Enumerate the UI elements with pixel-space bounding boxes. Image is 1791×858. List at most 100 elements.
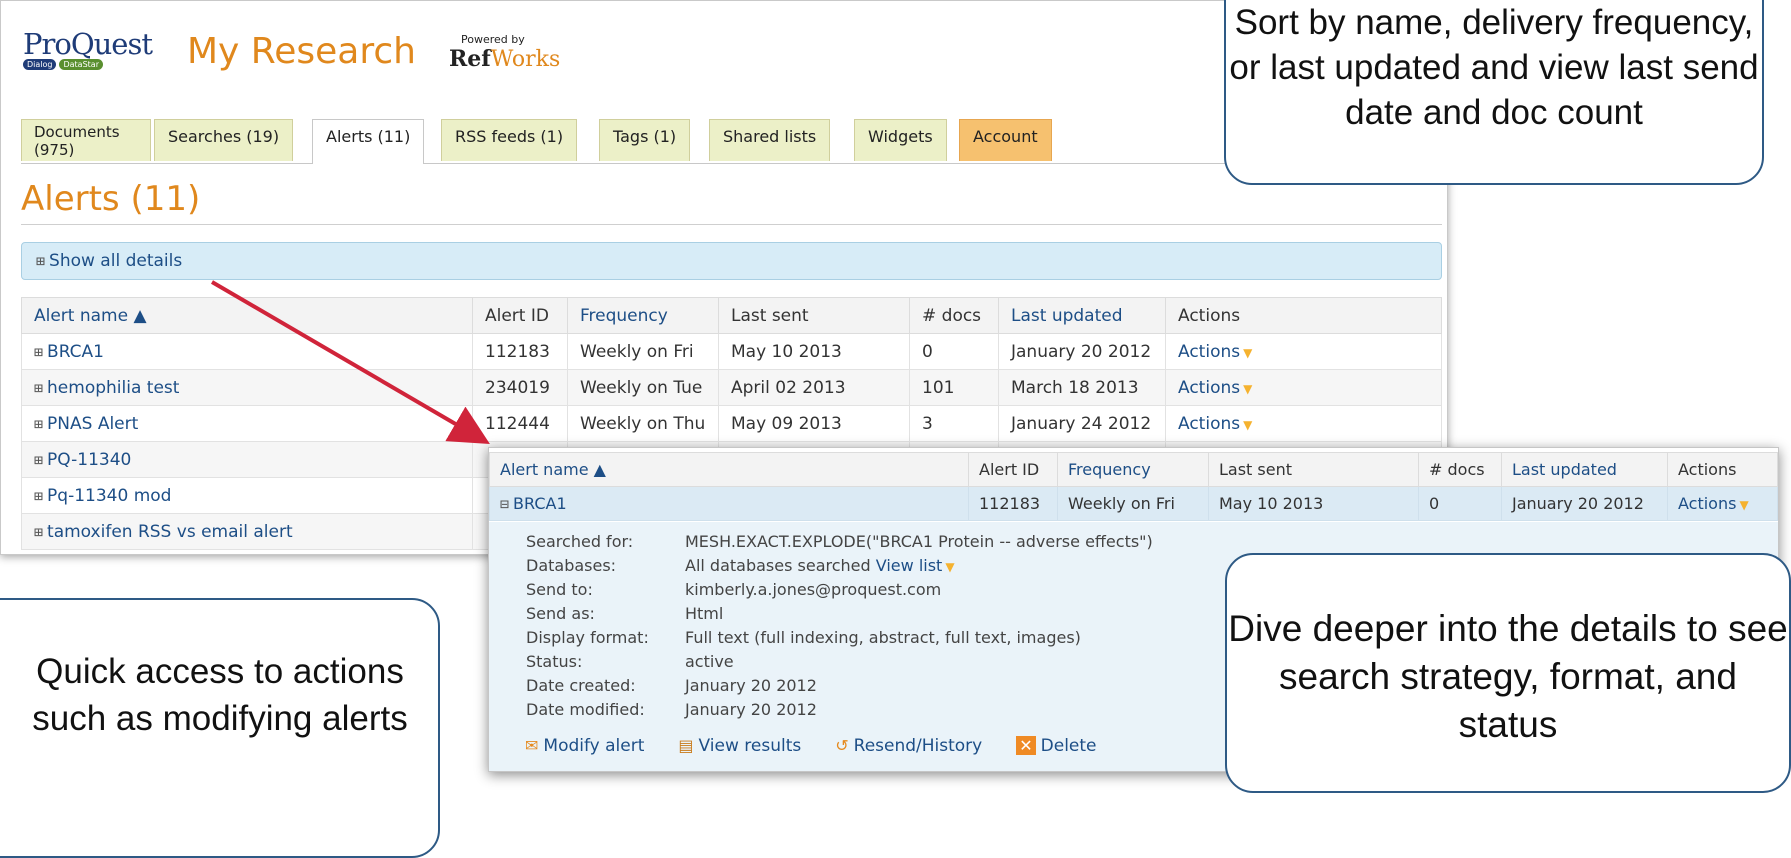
alert-name-cell[interactable]: ⊞ tamoxifen RSS vs email alert (21, 513, 473, 550)
table-row: ⊞ PNAS Alert 112444 Weekly on Thu May 09 … (21, 405, 1442, 442)
docs-cell: 3 (909, 405, 999, 442)
logo-datastar: DataStar (59, 59, 103, 70)
delete-icon: ✕ (1016, 736, 1036, 755)
alert-name-cell[interactable]: ⊞ PQ-11340 (21, 441, 473, 478)
frequency-cell: Weekly on Fri (1057, 486, 1209, 521)
col-last-updated[interactable]: Last updated (998, 297, 1166, 334)
expanded-row: ⊟ BRCA1 112183 Weekly on Fri May 10 2013 … (489, 486, 1778, 521)
col-actions: Actions (1667, 452, 1778, 487)
last-sent-cell: May 10 2013 (1208, 486, 1419, 521)
frequency-cell: Weekly on Thu (567, 405, 719, 442)
col-alert-id: Alert ID (472, 297, 568, 334)
detail-header-row: Alert name ▲ Alert ID Frequency Last sen… (489, 452, 1778, 487)
detail-databases: Databases: All databases searched View li… (526, 556, 955, 575)
alert-id-cell: 112444 (472, 405, 568, 442)
expand-icon[interactable]: ⊞ (34, 379, 43, 397)
dropdown-caret-icon: ▼ (945, 560, 955, 574)
powered-by-text: Powered by (461, 33, 525, 46)
heading-divider (21, 224, 1442, 225)
envelope-icon: ✉ (525, 736, 539, 755)
last-updated-cell: January 20 2012 (998, 333, 1166, 370)
collapse-icon[interactable]: ⊟ (500, 495, 509, 513)
alert-name-cell[interactable]: ⊞ Pq-11340 mod (21, 477, 473, 514)
detail-date-modified: Date modified: January 20 2012 (526, 700, 817, 719)
logo-dialog: Dialog (23, 59, 57, 70)
dropdown-caret-icon: ▼ (1243, 417, 1253, 432)
docs-cell: 0 (909, 333, 999, 370)
actions-menu[interactable]: Actions ▼ (1667, 486, 1778, 521)
table-header-row: Alert name ▲ Alert ID Frequency Last sen… (21, 297, 1442, 334)
modify-alert-button[interactable]: ✉ Modify alert (525, 736, 644, 756)
expand-icon[interactable]: ⊞ (34, 451, 43, 469)
alert-id-cell: 112183 (968, 486, 1058, 521)
sort-up-icon: ▲ (593, 460, 606, 479)
frequency-cell: Weekly on Tue (567, 369, 719, 406)
actions-menu[interactable]: Actions ▼ (1165, 405, 1442, 442)
last-updated-cell: January 20 2012 (1501, 486, 1668, 521)
col-actions: Actions (1165, 297, 1442, 334)
actions-menu[interactable]: Actions ▼ (1165, 333, 1442, 370)
detail-searched-for: Searched for: MESH.EXACT.EXPLODE("BRCA1 P… (526, 532, 1153, 551)
tab-alerts[interactable]: Alerts (11) (312, 119, 425, 164)
refworks-logo: Powered by RefWorks (449, 33, 560, 72)
detail-status: Status: active (526, 652, 734, 671)
last-sent-cell: April 02 2013 (718, 369, 910, 406)
dropdown-caret-icon: ▼ (1243, 381, 1253, 396)
tab-account[interactable]: Account (959, 119, 1052, 161)
callout-details: Dive deeper into the details to see sear… (1225, 553, 1791, 793)
resend-history-button[interactable]: ↺ Resend/History (835, 736, 982, 756)
detail-send-to: Send to: kimberly.a.jones@proquest.com (526, 580, 942, 599)
alert-id-cell: 112183 (472, 333, 568, 370)
col-docs: # docs (1418, 452, 1502, 487)
tab-widgets[interactable]: Widgets (854, 119, 947, 161)
expand-icon: ⊞ (36, 252, 46, 270)
alert-name-cell[interactable]: ⊞ BRCA1 (21, 333, 473, 370)
alert-id-cell: 234019 (472, 369, 568, 406)
detail-table: Alert name ▲ Alert ID Frequency Last sen… (489, 452, 1778, 521)
delete-button[interactable]: ✕ Delete (1016, 736, 1097, 756)
last-sent-cell: May 09 2013 (718, 405, 910, 442)
sort-up-icon: ▲ (133, 305, 147, 326)
last-updated-cell: March 18 2013 (998, 369, 1166, 406)
tab-searches[interactable]: Searches (19) (154, 119, 294, 161)
actions-menu[interactable]: Actions ▼ (1165, 369, 1442, 406)
results-icon: ▤ (678, 736, 694, 755)
detail-display-format: Display format: Full text (full indexing,… (526, 628, 1081, 647)
expand-icon[interactable]: ⊞ (34, 487, 43, 505)
last-updated-cell: January 24 2012 (998, 405, 1166, 442)
callout-quick-actions: Quick access to actions such as modifyin… (0, 598, 440, 858)
detail-action-bar: ✉ Modify alert ▤ View results ↺ Resend/Hist… (525, 736, 1097, 756)
proquest-logo[interactable]: ProQuest Dialog DataStar (23, 27, 161, 77)
alert-name-cell[interactable]: ⊞ PNAS Alert (21, 405, 473, 442)
dropdown-caret-icon: ▼ (1243, 345, 1253, 360)
tab-rss-feeds[interactable]: RSS feeds (1) (441, 119, 578, 161)
docs-cell: 101 (909, 369, 999, 406)
col-frequency[interactable]: Frequency (567, 297, 719, 334)
col-frequency[interactable]: Frequency (1057, 452, 1209, 487)
col-alert-name[interactable]: Alert name ▲ (21, 297, 473, 334)
dropdown-caret-icon: ▼ (1739, 498, 1749, 512)
col-alert-name[interactable]: Alert name ▲ (489, 452, 969, 487)
refworks-works: Works (490, 47, 561, 72)
app-title: My Research (187, 31, 416, 72)
view-list-link[interactable]: View list (876, 556, 943, 575)
page-title: Alerts (11) (21, 179, 201, 219)
col-last-updated[interactable]: Last updated (1501, 452, 1668, 487)
alert-name-cell[interactable]: ⊟ BRCA1 (489, 486, 969, 521)
docs-cell: 0 (1418, 486, 1502, 521)
view-results-button[interactable]: ▤ View results (678, 736, 801, 756)
table-row: ⊞ hemophilia test 234019 Weekly on Tue Ap… (21, 369, 1442, 406)
expand-icon[interactable]: ⊞ (34, 343, 43, 361)
table-row: ⊞ BRCA1 112183 Weekly on Fri May 10 2013 … (21, 333, 1442, 370)
col-docs: # docs (909, 297, 999, 334)
alert-name-cell[interactable]: ⊞ hemophilia test (21, 369, 473, 406)
col-last-sent: Last sent (718, 297, 910, 334)
detail-send-as: Send as: Html (526, 604, 724, 623)
callout-sort-info: Sort by name, delivery frequency, or las… (1224, 0, 1764, 185)
expand-icon[interactable]: ⊞ (34, 415, 43, 433)
tab-tags[interactable]: Tags (1) (599, 119, 691, 161)
show-all-details-toggle[interactable]: ⊞ Show all details (21, 242, 1442, 280)
tab-shared-lists[interactable]: Shared lists (709, 119, 831, 161)
expand-icon[interactable]: ⊞ (34, 523, 43, 541)
tab-documents[interactable]: Documents (975) (21, 119, 151, 161)
